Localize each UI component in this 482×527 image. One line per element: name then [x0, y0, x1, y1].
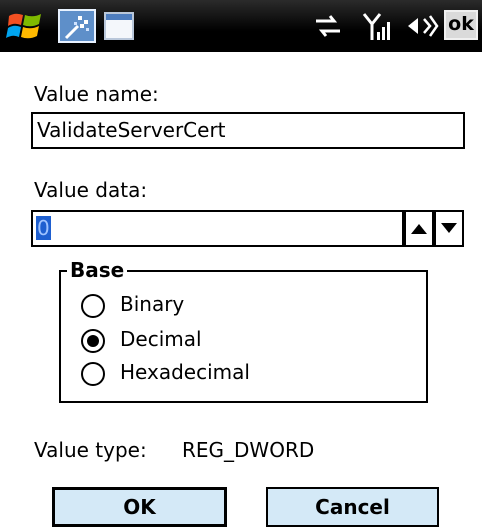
value-name-label: Value name:	[34, 82, 159, 106]
value-name-input[interactable]: ValidateServerCert	[31, 112, 465, 149]
volume-icon	[406, 10, 440, 46]
window-icon[interactable]	[104, 12, 134, 40]
radio-binary-circle[interactable]	[81, 294, 105, 318]
value-data-input[interactable]: 0	[31, 210, 404, 247]
base-legend: Base	[67, 258, 128, 282]
ok-button[interactable]: OK	[52, 487, 227, 527]
cancel-button[interactable]: Cancel	[266, 487, 439, 527]
titlebar-ok-button[interactable]: ok	[444, 10, 478, 40]
registry-app-icon[interactable]	[58, 9, 96, 43]
radio-binary-label: Binary	[120, 292, 185, 316]
value-type-value: REG_DWORD	[182, 438, 315, 462]
value-data-selected-text: 0	[36, 216, 51, 240]
windows-start-icon[interactable]	[6, 8, 44, 44]
radio-hexadecimal-label: Hexadecimal	[120, 360, 250, 384]
spin-up-button[interactable]	[404, 210, 434, 247]
radio-decimal-label: Decimal	[120, 327, 202, 351]
signal-icon	[362, 10, 396, 48]
sync-icon	[312, 10, 344, 46]
radio-decimal-circle[interactable]	[81, 329, 105, 353]
value-type-label: Value type:	[34, 438, 147, 462]
spin-down-button[interactable]	[434, 210, 464, 247]
value-data-label: Value data:	[34, 178, 148, 202]
arrow-up-icon	[411, 224, 427, 234]
status-bar: ok	[0, 0, 482, 52]
radio-hexadecimal-circle[interactable]	[81, 362, 105, 386]
arrow-down-icon	[441, 223, 457, 233]
